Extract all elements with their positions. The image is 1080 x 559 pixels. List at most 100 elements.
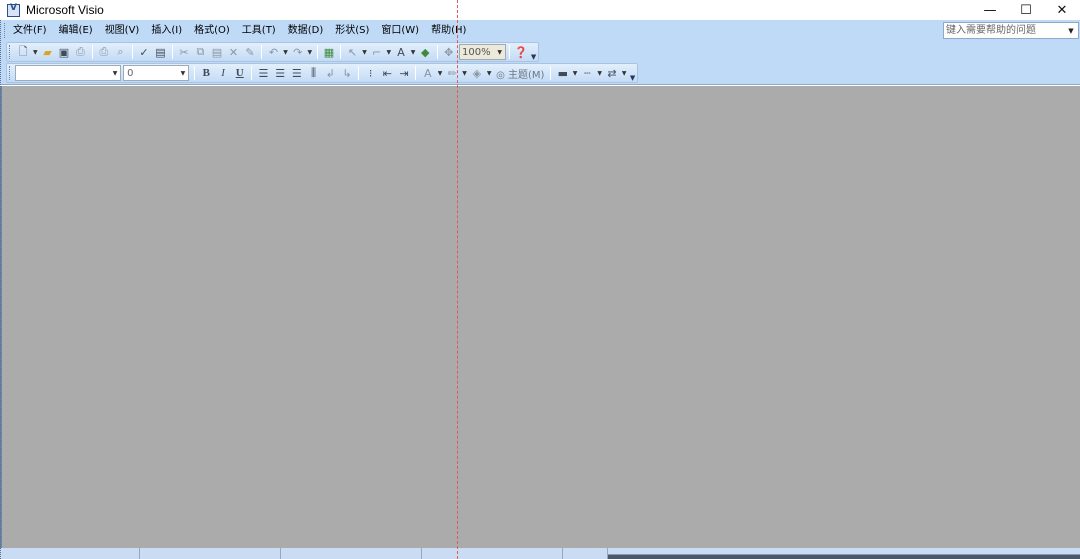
toolbar-separator	[171, 45, 173, 59]
new-icon[interactable]: 🗋	[15, 44, 32, 61]
line-pattern-icon[interactable]: ┅	[579, 65, 596, 82]
pan-zoom-icon[interactable]: ✥	[441, 44, 458, 61]
print-preview-icon[interactable]: ⌕	[112, 44, 129, 61]
justify-icon[interactable]: ⫼	[305, 65, 322, 82]
menu-file[interactable]: 文件(F)	[7, 20, 53, 41]
font-size-dropdown-icon[interactable]: ▼	[178, 70, 188, 77]
new-dropdown-icon[interactable]: ▼	[31, 49, 39, 56]
line-weight-dropdown-icon[interactable]: ▼	[571, 70, 579, 77]
help-icon[interactable]: ❓	[513, 44, 530, 61]
cut-icon[interactable]: ✂	[176, 44, 193, 61]
text-dropdown-icon[interactable]: ▼	[409, 49, 417, 56]
menu-view[interactable]: 视图(V)	[99, 20, 146, 41]
toolbar-grip[interactable]	[9, 45, 13, 59]
maximize-button[interactable]: ☐	[1008, 0, 1044, 20]
zoom-dropdown-icon[interactable]: ▼	[495, 49, 505, 56]
zoom-select[interactable]: 100% ▼	[459, 44, 506, 60]
toolbar-separator	[550, 66, 552, 80]
decrease-indent-icon[interactable]: ⇤	[379, 65, 396, 82]
menu-window[interactable]: 窗口(W)	[375, 20, 425, 41]
minimize-button[interactable]: —	[972, 0, 1008, 20]
save-icon[interactable]: ▣	[56, 44, 73, 61]
font-size-select[interactable]: 0 ▼	[123, 65, 189, 81]
menu-help[interactable]: 帮助(H)	[425, 20, 472, 41]
guide-line	[457, 0, 458, 559]
menu-data[interactable]: 数据(D)	[282, 20, 330, 41]
open-icon[interactable]: ▰	[39, 44, 56, 61]
text-direction-icon[interactable]: ↲	[322, 65, 339, 82]
toolbar-options-icon[interactable]: ▼	[628, 65, 637, 82]
align-left-icon[interactable]: ☰	[255, 65, 272, 82]
copy-icon[interactable]: ⧉	[192, 44, 209, 61]
command-bars: 文件(F) 编辑(E) 视图(V) 插入(I) 格式(O) 工具(T) 数据(D…	[0, 20, 1080, 85]
redo-icon[interactable]: ↷	[289, 44, 306, 61]
connector-dropdown-icon[interactable]: ▼	[385, 49, 393, 56]
toolbar-grip[interactable]	[9, 66, 13, 80]
format-painter-icon[interactable]: ✎	[242, 44, 259, 61]
zoom-value: 100%	[462, 46, 491, 58]
align-right-icon[interactable]: ☰	[289, 65, 306, 82]
fill-color-dropdown-icon[interactable]: ▼	[485, 70, 493, 77]
menu-edit[interactable]: 编辑(E)	[53, 20, 99, 41]
spelling-icon[interactable]: ✓	[136, 44, 153, 61]
toolbar-separator	[358, 66, 360, 80]
font-color-dropdown-icon[interactable]: ▼	[436, 70, 444, 77]
line-ends-dropdown-icon[interactable]: ▼	[620, 70, 628, 77]
status-cell	[281, 548, 422, 559]
line-ends-icon[interactable]: ⇄	[604, 65, 621, 82]
left-guide-line	[0, 20, 1, 559]
print-icon[interactable]: ⎙	[96, 44, 113, 61]
undo-icon[interactable]: ↶	[265, 44, 282, 61]
help-search-input[interactable]	[944, 23, 1064, 38]
toolbar-separator	[436, 45, 438, 59]
menu-shape[interactable]: 形状(S)	[329, 20, 375, 41]
font-name-dropdown-icon[interactable]: ▼	[110, 70, 120, 77]
status-cell	[140, 548, 281, 559]
pointer-tool-icon[interactable]: ↖	[344, 44, 361, 61]
line-pattern-dropdown-icon[interactable]: ▼	[596, 70, 604, 77]
line-weight-icon[interactable]: ▬	[554, 65, 571, 82]
status-bar	[0, 548, 1080, 559]
close-button[interactable]: ✕	[1044, 0, 1080, 20]
redo-dropdown-icon[interactable]: ▼	[306, 49, 314, 56]
font-color-icon[interactable]: A	[419, 65, 436, 82]
research-icon[interactable]: ▤	[152, 44, 169, 61]
menu-insert[interactable]: 插入(I)	[145, 20, 188, 41]
fill-color-icon[interactable]: ◈	[469, 65, 486, 82]
connector-tool-icon[interactable]: ⌐	[368, 44, 385, 61]
shapes-icon[interactable]: ▦	[321, 44, 338, 61]
drawing-workspace[interactable]	[0, 86, 1080, 548]
italic-button[interactable]: I	[215, 65, 232, 82]
line-color-icon[interactable]: ✏	[444, 65, 461, 82]
menu-format[interactable]: 格式(O)	[188, 20, 236, 41]
help-search-dropdown-icon[interactable]: ▼	[1064, 23, 1078, 38]
increase-indent-icon[interactable]: ⇥	[396, 65, 413, 82]
align-center-icon[interactable]: ☰	[272, 65, 289, 82]
text-tool-icon[interactable]: A	[393, 44, 410, 61]
paste-icon[interactable]: ▤	[209, 44, 226, 61]
stamp-icon[interactable]: ◆	[417, 44, 434, 61]
underline-button[interactable]: U	[231, 65, 248, 82]
toolbar-separator	[193, 66, 195, 80]
formatting-toolbar: ▼ 0 ▼ B I U ☰ ☰ ☰ ⫼ ↲ ↳ ⁝ ⇤ ⇥ A ▼ ✏ ▼ ◈ …	[6, 63, 638, 83]
status-scroll-track[interactable]	[608, 548, 1080, 559]
toolbar-options-icon[interactable]: ▼	[529, 44, 538, 61]
permission-icon[interactable]: ⎙	[72, 44, 89, 61]
theme-button[interactable]: ◎ 主题(M)	[493, 66, 547, 81]
toolbar-separator	[415, 66, 417, 80]
bold-button[interactable]: B	[198, 65, 215, 82]
toolbar-separator	[508, 45, 510, 59]
line-color-dropdown-icon[interactable]: ▼	[461, 70, 469, 77]
pointer-dropdown-icon[interactable]: ▼	[361, 49, 369, 56]
text-direction-alt-icon[interactable]: ↳	[339, 65, 356, 82]
toolbar-separator	[131, 45, 133, 59]
font-name-select[interactable]: ▼	[14, 65, 122, 81]
delete-icon[interactable]: ✕	[225, 44, 242, 61]
status-cell	[563, 548, 608, 559]
undo-dropdown-icon[interactable]: ▼	[282, 49, 290, 56]
toolbar-separator	[261, 45, 263, 59]
visio-app-icon[interactable]	[7, 3, 20, 17]
window-title: Microsoft Visio	[26, 3, 104, 17]
menu-tools[interactable]: 工具(T)	[236, 20, 282, 41]
bullets-icon[interactable]: ⁝	[362, 65, 379, 82]
